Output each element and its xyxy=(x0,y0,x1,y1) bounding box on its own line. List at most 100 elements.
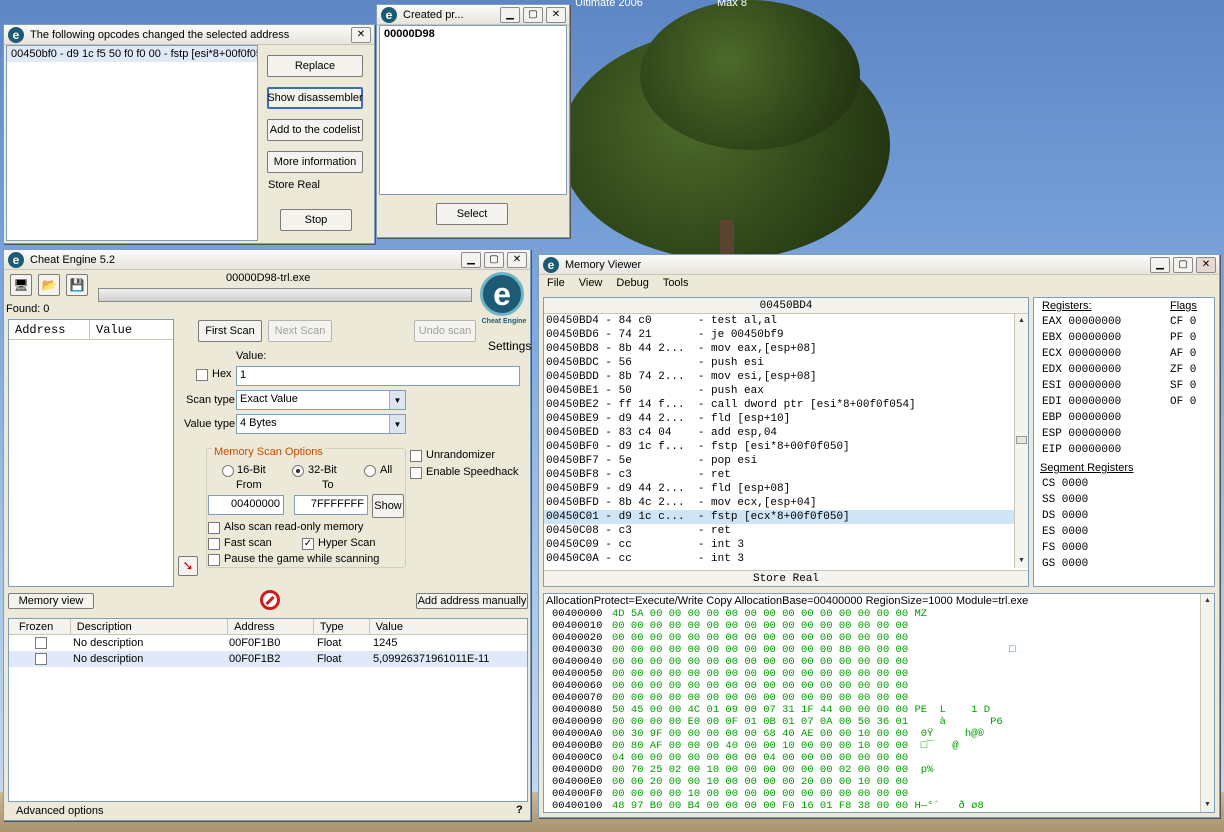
hyper-scan-checkbox[interactable]: ✓ xyxy=(302,538,314,550)
value-input[interactable]: 1 xyxy=(236,366,520,386)
disassembler-panel[interactable]: 00450BD4 00450BD4 - 84 c0 - test al,al 00… xyxy=(543,297,1029,587)
segment-register-row[interactable]: GS 0000 xyxy=(1038,556,1158,572)
menu-debug[interactable]: Debug xyxy=(616,277,648,295)
disasm-row[interactable]: 00450BD8 - 8b 44 2... - mov eax,[esp+08] xyxy=(544,342,1016,356)
value-header[interactable]: Value xyxy=(370,619,527,634)
hex-bytes[interactable]: 00 00 00 00 E0 00 0F 01 0B 01 07 0A 00 5… xyxy=(612,716,914,728)
segment-register-row[interactable]: ES 0000 xyxy=(1038,524,1158,540)
disassembler-address-header[interactable]: 00450BD4 xyxy=(544,298,1028,314)
hex-row[interactable]: 004000A0 00 30 9F 00 00 00 00 00 68 40 AE… xyxy=(544,728,1200,740)
bit16-radio[interactable] xyxy=(222,465,234,477)
hex-row[interactable]: 00400060 00 00 00 00 00 00 00 00 00 00 00… xyxy=(544,680,1200,692)
speedhack-checkbox[interactable] xyxy=(410,467,422,479)
advanced-options-link[interactable]: Advanced options xyxy=(16,805,103,817)
unrandomizer-checkbox[interactable] xyxy=(410,450,422,462)
created-process-list[interactable]: 00000D98 xyxy=(379,25,567,195)
scroll-down-icon[interactable]: ▼ xyxy=(1015,554,1028,568)
hex-bytes[interactable]: 4D 5A 00 00 00 00 00 00 00 00 00 00 00 0… xyxy=(612,608,914,620)
description-header[interactable]: Description xyxy=(71,619,229,634)
close-icon[interactable]: ✕ xyxy=(507,251,527,268)
flag-row[interactable]: ZF 0 xyxy=(1166,362,1212,378)
disasm-row[interactable]: 00450C08 - c3 - ret xyxy=(544,524,1016,538)
hex-row[interactable]: 00400070 00 00 00 00 00 00 00 00 00 00 00… xyxy=(544,692,1200,704)
hex-ascii[interactable]: 0Ÿ h@® xyxy=(914,728,984,740)
hex-bytes[interactable]: 50 45 00 00 4C 01 09 00 07 31 1F 44 00 0… xyxy=(612,704,914,716)
menu-view[interactable]: View xyxy=(579,277,603,295)
hex-checkbox[interactable] xyxy=(196,369,208,381)
hex-dump[interactable]: 00400000 4D 5A 00 00 00 00 00 00 00 00 00… xyxy=(544,608,1200,812)
no-entry-icon[interactable] xyxy=(260,590,280,610)
disasm-row[interactable]: 00450BDC - 56 - push esi xyxy=(544,356,1016,370)
address-table[interactable]: Frozen Description Address Type Value No… xyxy=(8,618,528,802)
hex-bytes[interactable]: 00 80 AF 00 00 00 40 00 00 10 00 00 00 1… xyxy=(612,740,914,752)
hex-ascii[interactable]: H—°´ ð ø8 xyxy=(914,800,983,812)
hex-ascii[interactable]: □¯ @ xyxy=(914,740,959,752)
readonly-checkbox[interactable] xyxy=(208,522,220,534)
hex-bytes[interactable]: 00 00 00 00 00 00 00 00 00 00 00 00 00 0… xyxy=(612,680,914,692)
show-disassembler-button[interactable]: Show disassembler xyxy=(267,87,363,109)
hex-bytes[interactable]: 00 00 00 00 00 00 00 00 00 00 00 00 00 0… xyxy=(612,668,914,680)
show-button[interactable]: Show xyxy=(372,494,404,518)
hex-ascii[interactable]: □ xyxy=(914,644,1015,656)
scan-type-select[interactable]: Exact Value ▼ xyxy=(236,390,406,410)
maximize-icon[interactable]: ▢ xyxy=(484,251,504,268)
hex-bytes[interactable]: 00 00 00 00 00 00 00 00 00 00 00 00 00 0… xyxy=(612,692,914,704)
close-icon[interactable]: ✕ xyxy=(351,26,371,43)
hex-row[interactable]: 00400050 00 00 00 00 00 00 00 00 00 00 00… xyxy=(544,668,1200,680)
chevron-down-icon[interactable]: ▼ xyxy=(389,415,405,433)
disassembler-scrollbar[interactable]: ▲ ▼ xyxy=(1014,314,1028,568)
disasm-row[interactable]: 00450BE2 - ff 14 f... - call dword ptr [… xyxy=(544,398,1016,412)
memory-viewer-titlebar[interactable]: e Memory Viewer ▁ ▢ ✕ xyxy=(539,255,1219,275)
disasm-row[interactable]: 00450BF7 - 5e - pop esi xyxy=(544,454,1016,468)
address-header[interactable]: Address xyxy=(228,619,314,634)
register-row[interactable]: EDI 00000000 xyxy=(1038,394,1158,410)
disasm-row[interactable]: 00450C0A - cc - int 3 xyxy=(544,552,1016,566)
hex-row[interactable]: 00400040 00 00 00 00 00 00 00 00 00 00 00… xyxy=(544,656,1200,668)
settings-link[interactable]: Settings xyxy=(488,339,531,353)
register-row[interactable]: ECX 00000000 xyxy=(1038,346,1158,362)
pause-game-checkbox[interactable] xyxy=(208,554,220,566)
help-link[interactable]: ? xyxy=(516,804,523,816)
maximize-icon[interactable]: ▢ xyxy=(1173,256,1193,273)
flag-row[interactable]: OF 0 xyxy=(1166,394,1212,410)
flag-row[interactable]: AF 0 xyxy=(1166,346,1212,362)
hex-row[interactable]: 00400080 50 45 00 00 4C 01 09 00 07 31 1F… xyxy=(544,704,1200,716)
disasm-row[interactable]: 00450BF9 - d9 44 2... - fld [esp+08] xyxy=(544,482,1016,496)
hex-row[interactable]: 004000B0 00 80 AF 00 00 00 40 00 00 10 00… xyxy=(544,740,1200,752)
opcodes-list[interactable]: 00450bf0 - d9 1c f5 50 f0 f0 00 - fstp [… xyxy=(6,45,258,241)
frozen-checkbox[interactable] xyxy=(35,637,47,649)
hex-bytes[interactable]: 00 00 00 00 00 00 00 00 00 00 00 00 00 0… xyxy=(612,656,914,668)
to-address-input[interactable]: 7FFFFFFF xyxy=(294,495,368,515)
register-row[interactable]: ESI 00000000 xyxy=(1038,378,1158,394)
hex-ascii[interactable]: PE L 1 D xyxy=(914,704,990,716)
hex-row[interactable]: 004000C0 04 00 00 00 00 00 00 00 04 00 00… xyxy=(544,752,1200,764)
frozen-checkbox[interactable] xyxy=(35,653,47,665)
flag-row[interactable]: CF 0 xyxy=(1166,314,1212,330)
open-process-button[interactable]: 🖥 xyxy=(10,274,32,296)
cheat-engine-logo[interactable]: e Cheat Engine xyxy=(480,272,528,332)
opcodes-titlebar[interactable]: e The following opcodes changed the sele… xyxy=(4,25,374,45)
hex-scrollbar[interactable]: ▲ ▼ xyxy=(1200,594,1214,812)
chevron-down-icon[interactable]: ▼ xyxy=(389,391,405,409)
results-value-header[interactable]: Value xyxy=(90,320,173,339)
list-item[interactable]: 00000D98 xyxy=(380,26,566,42)
stop-button[interactable]: Stop xyxy=(280,209,352,231)
segment-register-row[interactable]: DS 0000 xyxy=(1038,508,1158,524)
hex-row[interactable]: 004000F0 00 00 00 00 10 00 00 00 00 00 00… xyxy=(544,788,1200,800)
scan-results-list[interactable]: Address Value xyxy=(8,319,174,587)
disasm-row[interactable]: 00450BF0 - d9 1c f... - fstp [esi*8+00f0… xyxy=(544,440,1016,454)
flag-row[interactable]: SF 0 xyxy=(1166,378,1212,394)
results-address-header[interactable]: Address xyxy=(9,320,91,339)
add-selected-arrow-button[interactable]: ➘ xyxy=(178,556,198,576)
disasm-row[interactable]: 00450BED - 83 c4 04 - add esp,04 xyxy=(544,426,1016,440)
disasm-row[interactable]: 00450C01 - d9 1c c... - fstp [ecx*8+00f0… xyxy=(544,510,1016,524)
segment-register-row[interactable]: SS 0000 xyxy=(1038,492,1158,508)
register-row[interactable]: EBX 00000000 xyxy=(1038,330,1158,346)
hex-bytes[interactable]: 00 00 00 00 10 00 00 00 00 00 00 00 00 0… xyxy=(612,788,914,800)
created-titlebar[interactable]: e Created pr... ▁ ▢ ✕ xyxy=(377,5,569,25)
hex-row[interactable]: 00400030 00 00 00 00 00 00 00 00 00 00 00… xyxy=(544,644,1200,656)
add-address-manually-button[interactable]: Add address manually xyxy=(416,593,528,609)
scroll-down-icon[interactable]: ▼ xyxy=(1201,798,1214,812)
disasm-row[interactable]: 00450BD4 - 84 c0 - test al,al xyxy=(544,314,1016,328)
segment-register-row[interactable]: CS 0000 xyxy=(1038,476,1158,492)
